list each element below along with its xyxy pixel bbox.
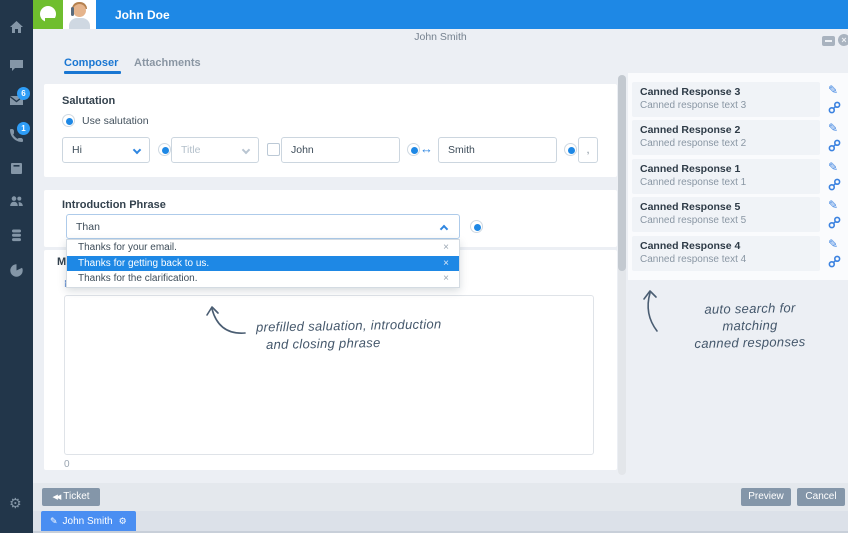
back-to-ticket-button[interactable]: ◀◀Ticket	[42, 488, 100, 506]
minimize-icon[interactable]	[822, 36, 835, 46]
ticket-title: John Smith	[33, 31, 848, 46]
intro-phrase-radio[interactable]	[470, 220, 483, 233]
footer-bar	[33, 483, 848, 511]
brand-logo-icon	[40, 6, 56, 22]
topbar-user-name: John Doe	[115, 8, 170, 22]
chevron-down-icon	[133, 146, 141, 154]
intro-phrase-input[interactable]: Than	[66, 214, 460, 239]
tickets-icon[interactable]	[9, 161, 24, 176]
title-checkbox[interactable]	[267, 143, 280, 156]
link-icon[interactable]	[828, 139, 841, 152]
canned-response-card[interactable]: Canned Response 1 Canned response text 1	[632, 159, 820, 194]
title-select-placeholder: Title	[181, 144, 200, 156]
app-window: 6 1 ⚙ John Doe John Smith × Composer At	[0, 0, 848, 533]
preview-button[interactable]: Preview	[741, 488, 791, 506]
annotation-main-line1: prefilled saluation, introduction	[256, 315, 442, 335]
brand-logo[interactable]	[33, 0, 63, 29]
title-select[interactable]: Title	[171, 137, 259, 163]
last-name-field[interactable]: Smith	[438, 137, 557, 163]
edit-pencil-icon[interactable]: ✎	[828, 199, 842, 213]
first-name-field[interactable]: John	[281, 137, 400, 163]
tab-active-underline	[64, 71, 121, 74]
use-salutation-label: Use salutation	[82, 115, 149, 127]
tab-attachments[interactable]: Attachments	[134, 57, 201, 69]
settings-gears-icon[interactable]: ⚙	[9, 496, 24, 511]
dropdown-option[interactable]: Thanks for your email. ×	[67, 240, 459, 256]
link-icon[interactable]	[828, 101, 841, 114]
chats-icon[interactable]	[9, 58, 24, 73]
dropdown-option[interactable]: Thanks for the clarification. ×	[67, 271, 459, 287]
calls-icon[interactable]: 1	[9, 128, 24, 143]
annotation-side-line3: canned responses	[660, 332, 840, 352]
contacts-icon[interactable]	[9, 194, 24, 209]
calls-badge: 1	[17, 122, 30, 135]
edit-pencil-icon[interactable]: ✎	[828, 84, 842, 98]
database-icon[interactable]	[9, 228, 24, 243]
annotation-main-line2: and closing phrase	[266, 334, 381, 353]
reports-pie-icon[interactable]	[9, 263, 24, 278]
canned-response-card[interactable]: Canned Response 2 Canned response text 2	[632, 120, 820, 155]
chevron-up-icon	[440, 225, 448, 233]
last-name-radio[interactable]	[564, 143, 577, 156]
agent-chip[interactable]: ✎John Smith⚙	[41, 511, 136, 531]
rewind-icon: ◀◀	[52, 494, 59, 501]
link-icon[interactable]	[828, 216, 841, 229]
close-icon[interactable]: ×	[838, 34, 848, 46]
cancel-button[interactable]: Cancel	[797, 488, 845, 506]
topbar: John Doe	[96, 0, 848, 29]
agent-avatar[interactable]	[63, 0, 96, 29]
use-salutation-radio[interactable]	[62, 114, 75, 127]
remove-option-icon[interactable]: ×	[443, 240, 449, 256]
canned-response-card[interactable]: Canned Response 5 Canned response text 5	[632, 197, 820, 232]
canned-response-card[interactable]: Canned Response 4 Canned response text 4	[632, 236, 820, 271]
greeting-select-value: Hi	[72, 144, 82, 156]
link-icon[interactable]	[828, 178, 841, 191]
scrollbar-thumb[interactable]	[618, 75, 626, 271]
mail-icon[interactable]: 6	[9, 93, 24, 108]
intro-phrase-dropdown: Thanks for your email. × Thanks for gett…	[66, 239, 460, 288]
edit-pencil-icon[interactable]: ✎	[828, 122, 842, 136]
remove-option-icon[interactable]: ×	[443, 256, 449, 272]
swap-names-icon[interactable]: ↔	[420, 141, 433, 156]
remove-option-icon[interactable]: ×	[443, 271, 449, 287]
char-counter: 0	[64, 459, 70, 470]
edit-pencil-icon[interactable]: ✎	[828, 238, 842, 252]
home-icon[interactable]	[9, 20, 24, 35]
salutation-section	[44, 84, 617, 177]
greeting-select[interactable]: Hi	[62, 137, 150, 163]
greeting-radio[interactable]	[158, 143, 171, 156]
chevron-down-icon	[242, 146, 250, 154]
mail-badge: 6	[17, 87, 30, 100]
edit-pencil-icon[interactable]: ✎	[828, 161, 842, 175]
footer-tabs-bar	[33, 511, 848, 533]
gear-icon[interactable]: ⚙	[119, 516, 127, 526]
canned-response-card[interactable]: Canned Response 3 Canned response text 3	[632, 82, 820, 117]
tab-composer[interactable]: Composer	[64, 57, 118, 69]
salutation-heading: Salutation	[62, 95, 115, 107]
pencil-icon: ✎	[50, 516, 58, 526]
separator-field[interactable]: ,	[578, 137, 598, 163]
dropdown-option-selected[interactable]: Thanks for getting back to us. ×	[67, 256, 459, 272]
link-icon[interactable]	[828, 255, 841, 268]
first-name-radio[interactable]	[407, 143, 420, 156]
annotation-arrow	[205, 300, 247, 340]
intro-phrase-value: Than	[76, 221, 100, 233]
sidebar: 6 1 ⚙	[0, 0, 33, 533]
intro-phrase-heading: Introduction Phrase	[62, 199, 166, 211]
